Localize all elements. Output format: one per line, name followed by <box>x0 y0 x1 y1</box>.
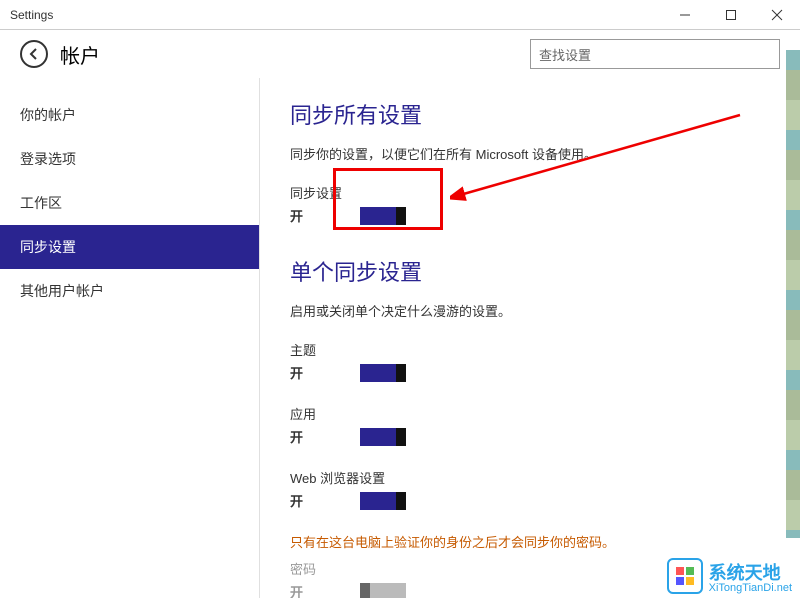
sidebar-item-sync-settings[interactable]: 同步设置 <box>0 225 259 269</box>
web-toggle-group: Web 浏览器设置 开 <box>290 468 770 510</box>
master-sync-toggle-group: 同步设置 开 <box>290 183 770 225</box>
minimize-button[interactable] <box>662 0 708 30</box>
back-button[interactable] <box>20 40 48 68</box>
watermark-sub: XiTongTianDi.net <box>709 582 792 594</box>
watermark-text: 系统天地 <box>709 564 792 582</box>
section-individual-desc: 启用或关闭单个决定什么漫游的设置。 <box>290 301 770 320</box>
master-toggle-state: 开 <box>290 206 310 225</box>
sidebar: 你的帐户 登录选项 工作区 同步设置 其他用户帐户 <box>0 78 260 598</box>
master-toggle-switch[interactable] <box>360 207 406 225</box>
web-toggle-state: 开 <box>290 491 310 510</box>
web-toggle-switch[interactable] <box>360 492 406 510</box>
master-toggle-label: 同步设置 <box>290 183 770 202</box>
section-sync-all-desc: 同步你的设置，以便它们在所有 Microsoft 设备使用。 <box>290 144 770 163</box>
password-sync-warning: 只有在这台电脑上验证你的身份之后才会同步你的密码。 <box>290 532 770 551</box>
page-title: 帐户 <box>60 40 100 69</box>
header: 帐户 查找设置 <box>0 30 800 78</box>
theme-toggle-label: 主题 <box>290 340 770 359</box>
main-content: 同步所有设置 同步你的设置，以便它们在所有 Microsoft 设备使用。 同步… <box>260 78 800 598</box>
apps-toggle-group: 应用 开 <box>290 404 770 446</box>
watermark-logo-icon <box>667 558 703 594</box>
theme-toggle-group: 主题 开 <box>290 340 770 382</box>
sidebar-item-your-account[interactable]: 你的帐户 <box>0 93 259 137</box>
theme-toggle-state: 开 <box>290 363 310 382</box>
watermark: 系统天地 XiTongTianDi.net <box>667 558 792 594</box>
password-toggle-state: 开 <box>290 582 310 598</box>
close-button[interactable] <box>754 0 800 30</box>
sidebar-item-work-access[interactable]: 工作区 <box>0 181 259 225</box>
sidebar-item-signin-options[interactable]: 登录选项 <box>0 137 259 181</box>
search-placeholder: 查找设置 <box>539 45 591 64</box>
apps-toggle-switch[interactable] <box>360 428 406 446</box>
section-sync-all-title: 同步所有设置 <box>290 98 770 130</box>
password-toggle-switch <box>360 583 406 598</box>
titlebar: Settings <box>0 0 800 30</box>
window-title: Settings <box>10 8 53 22</box>
web-toggle-label: Web 浏览器设置 <box>290 468 770 487</box>
apps-toggle-state: 开 <box>290 427 310 446</box>
apps-toggle-label: 应用 <box>290 404 770 423</box>
section-individual-title: 单个同步设置 <box>290 255 770 287</box>
right-edge-decoration <box>786 50 800 538</box>
maximize-button[interactable] <box>708 0 754 30</box>
window-controls <box>662 0 800 30</box>
search-input[interactable]: 查找设置 <box>530 39 780 69</box>
theme-toggle-switch[interactable] <box>360 364 406 382</box>
sidebar-item-other-users[interactable]: 其他用户帐户 <box>0 269 259 313</box>
